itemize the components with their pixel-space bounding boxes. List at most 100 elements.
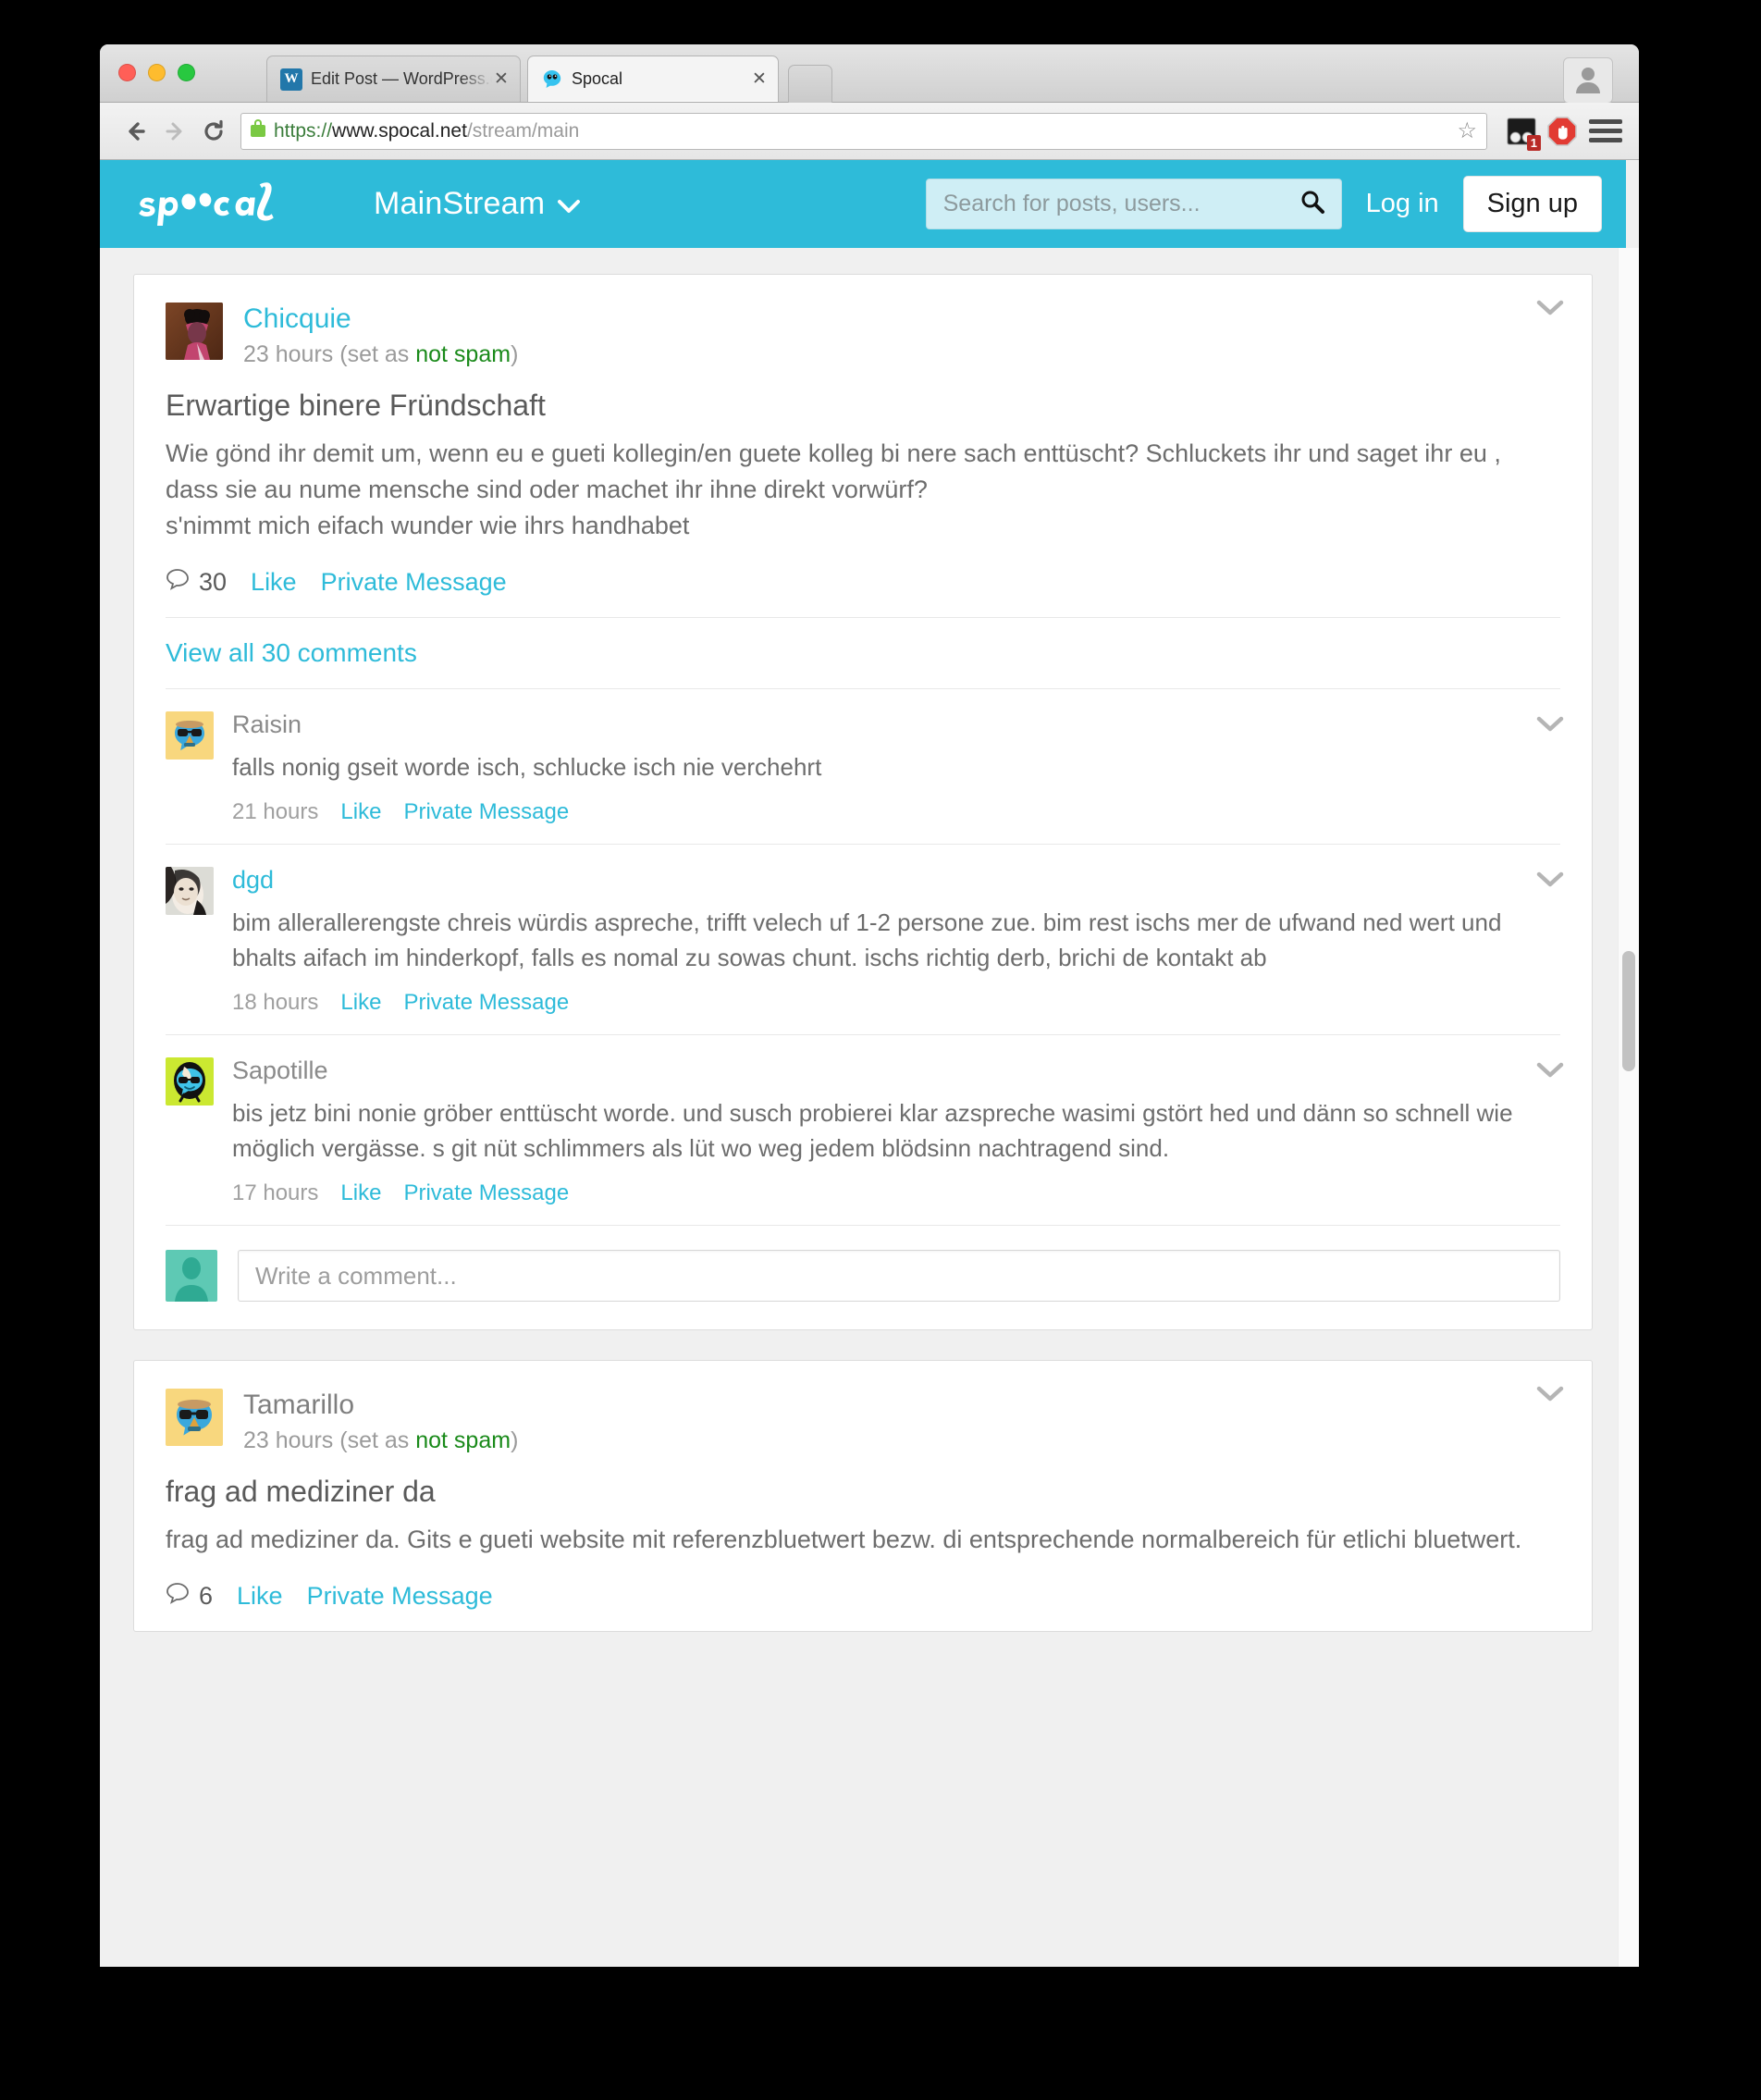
post-meta: Chicquie 23 hours (set as not spam) (243, 303, 518, 368)
avatar (166, 1250, 217, 1303)
post-card: Tamarillo 23 hours (set as not spam) fra… (133, 1360, 1593, 1633)
pocket-extension-icon[interactable]: 1 (1504, 114, 1541, 151)
address-bar[interactable]: https://www.spocal.net/stream/main ☆ (240, 112, 1487, 150)
avatar[interactable] (166, 303, 223, 360)
site-header: MainStream Log in Sign up (100, 160, 1626, 248)
comment-body: Raisin falls nonig gseit worde isch, sch… (232, 710, 1560, 825)
url-host: www.spocal.net (332, 119, 467, 142)
comment-author[interactable]: Sapotille (232, 1057, 1560, 1085)
post-submeta: 23 hours (set as not spam) (243, 341, 518, 368)
signup-button[interactable]: Sign up (1462, 176, 1602, 232)
search-icon[interactable] (1299, 188, 1326, 220)
post-feed: Chicquie 23 hours (set as not spam) Erwa… (100, 248, 1626, 1633)
minimize-window-button[interactable] (148, 64, 166, 81)
stream-selector[interactable]: MainStream (374, 186, 581, 222)
avatar[interactable] (166, 1389, 223, 1447)
comment-timestamp: 21 hours (232, 799, 319, 825)
close-window-button[interactable] (118, 64, 136, 81)
tab-title: Spocal (572, 69, 623, 88)
post-body: frag ad mediziner da. Gits e gueti websi… (166, 1525, 1522, 1553)
not-spam-link[interactable]: not spam (415, 1427, 511, 1453)
post-submeta: 23 hours (set as not spam) (243, 1427, 518, 1454)
comment-timestamp: 17 hours (232, 1180, 319, 1206)
spam-suffix: ) (511, 340, 519, 367)
private-message-button[interactable]: Private Message (403, 799, 569, 825)
comment-author[interactable]: Raisin (232, 710, 1560, 739)
comment-options-chevron-down-icon[interactable] (1536, 715, 1564, 736)
post-author-link[interactable]: Tamarillo (243, 1390, 518, 1422)
post-title: Erwartige binere Fründschaft (166, 388, 546, 422)
close-icon[interactable]: ✕ (492, 70, 511, 88)
comment-count[interactable]: 6 (166, 1582, 213, 1611)
close-icon[interactable]: ✕ (750, 70, 769, 88)
back-arrow-icon[interactable] (117, 112, 155, 151)
like-button[interactable]: Like (340, 1180, 381, 1206)
comment-count-value: 6 (199, 1582, 214, 1611)
write-comment-row (134, 1226, 1592, 1329)
spocal-logo[interactable] (129, 177, 350, 232)
private-message-button[interactable]: Private Message (307, 1582, 493, 1611)
new-tab-button[interactable] (788, 65, 832, 104)
avatar[interactable] (166, 867, 214, 916)
browser-window: W Edit Post — WordPress.com ✕ Spocal ✕ (100, 44, 1639, 1967)
search-input[interactable] (941, 190, 1299, 218)
not-spam-link[interactable]: not spam (415, 341, 511, 367)
comment-author[interactable]: dgd (232, 867, 1560, 895)
page-viewport: MainStream Log in Sign up (100, 160, 1639, 1967)
comment-body: dgd bim allerallerengste chreis würdis a… (232, 867, 1560, 1016)
comment-item: Sapotille bis jetz bini nonie gröber ent… (134, 1035, 1592, 1225)
like-button[interactable]: Like (340, 990, 381, 1016)
private-message-button[interactable]: Private Message (403, 1180, 569, 1206)
page-scrollbar[interactable] (1618, 248, 1639, 1967)
post-actions: 30 Like Private Message (134, 544, 1592, 617)
avatar[interactable] (166, 1057, 214, 1106)
chevron-down-icon (558, 186, 581, 222)
browser-tab-wordpress[interactable]: W Edit Post — WordPress.com ✕ (266, 56, 521, 102)
spam-prefix: (set as (339, 340, 416, 367)
like-button[interactable]: Like (251, 568, 297, 597)
browser-tab-spocal[interactable]: Spocal ✕ (527, 56, 779, 102)
post-timestamp: 23 hours (243, 1427, 334, 1453)
post-options-chevron-down-icon[interactable] (1536, 299, 1564, 320)
comment-item: Raisin falls nonig gseit worde isch, sch… (134, 689, 1592, 844)
post-author-link[interactable]: Chicquie (243, 303, 518, 336)
login-button[interactable]: Log in (1366, 189, 1439, 219)
window-traffic-lights (118, 64, 195, 81)
url-path: /stream/main (466, 119, 580, 142)
tab-title: Edit Post — WordPress.com (311, 69, 492, 88)
like-button[interactable]: Like (340, 799, 381, 825)
header-actions: Log in Sign up (925, 176, 1626, 232)
write-comment-input[interactable] (253, 1260, 1545, 1291)
private-message-button[interactable]: Private Message (403, 990, 569, 1016)
profile-button[interactable] (1563, 57, 1613, 104)
star-icon[interactable]: ☆ (1457, 119, 1477, 142)
maximize-window-button[interactable] (178, 64, 195, 81)
view-all-comments-link[interactable]: View all 30 comments (134, 618, 1592, 688)
search-box[interactable] (925, 179, 1342, 229)
like-button[interactable]: Like (237, 1582, 283, 1611)
hamburger-menu-icon[interactable] (1589, 119, 1622, 142)
comment-text: bim allerallerengste chreis würdis aspre… (232, 908, 1502, 971)
comment-count-value: 30 (199, 567, 228, 596)
secure-lock-icon (251, 119, 265, 137)
write-comment-box[interactable] (238, 1250, 1560, 1303)
scrollbar-thumb[interactable] (1622, 951, 1635, 1071)
comment-item: dgd bim allerallerengste chreis würdis a… (134, 845, 1592, 1034)
post-meta: Tamarillo 23 hours (set as not spam) (243, 1389, 518, 1454)
post-options-chevron-down-icon[interactable] (1536, 1385, 1564, 1406)
private-message-button[interactable]: Private Message (321, 568, 507, 597)
comment-bubble-icon (166, 568, 190, 597)
spocal-icon (541, 68, 563, 91)
reload-icon[interactable] (194, 112, 233, 151)
post-header: Tamarillo 23 hours (set as not spam) (134, 1361, 1592, 1454)
comment-options-chevron-down-icon[interactable] (1536, 1061, 1564, 1082)
post-body: Wie gönd ihr demit um, wenn eu e gueti k… (166, 439, 1501, 539)
comment-count[interactable]: 30 (166, 568, 227, 597)
post-actions: 6 Like Private Message (134, 1558, 1592, 1631)
avatar[interactable] (166, 710, 214, 760)
comment-options-chevron-down-icon[interactable] (1536, 871, 1564, 892)
comment-bubble-icon (166, 1582, 190, 1611)
wordpress-icon: W (280, 68, 302, 91)
forward-arrow-icon[interactable] (155, 112, 194, 151)
adblock-icon[interactable] (1545, 114, 1580, 149)
